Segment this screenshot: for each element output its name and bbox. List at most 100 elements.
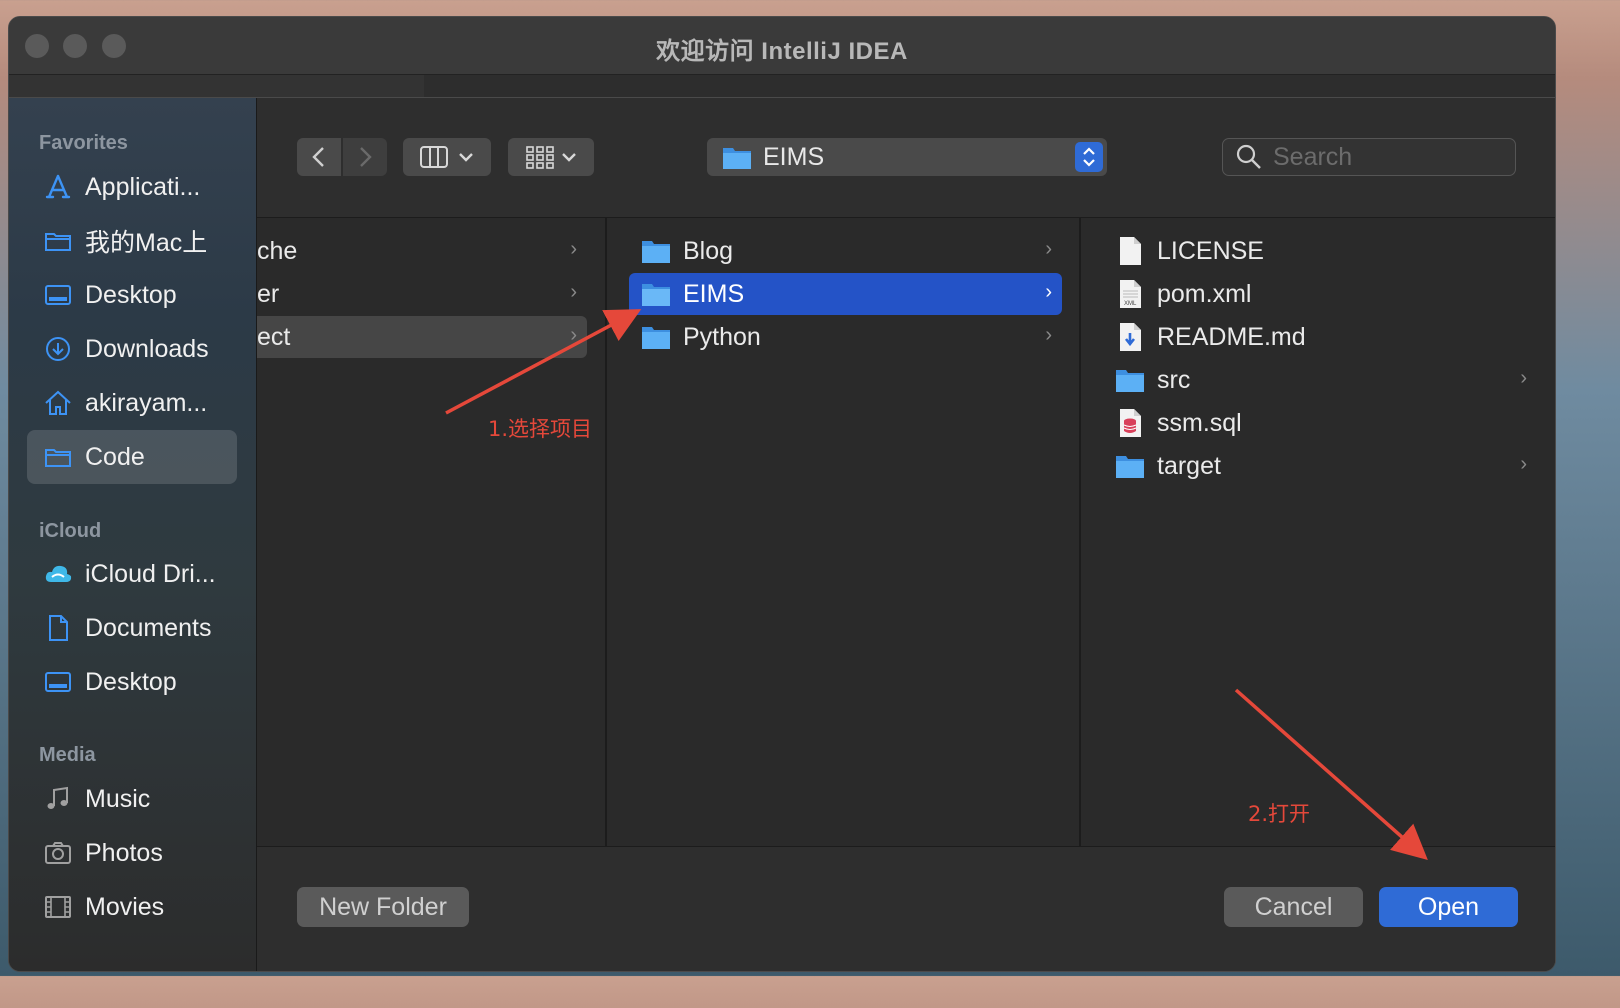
- dialog-footer: New Folder Cancel Open: [257, 846, 1555, 971]
- list-item-label: pom.xml: [1157, 279, 1252, 308]
- folder-icon: [1115, 365, 1145, 395]
- open-dialog: Favorites Applicati... 我的Mac上 Desktop Do…: [9, 97, 1555, 971]
- list-item-license[interactable]: LICENSE: [1103, 230, 1537, 272]
- sidebar-item-downloads[interactable]: Downloads: [27, 322, 237, 376]
- browser-column-3: LICENSE XML pom.xml README.md src › ssm.…: [1083, 218, 1555, 846]
- browser-column-2: Blog › EIMS › Python ›: [609, 218, 1081, 846]
- sidebar-item-label: Music: [85, 784, 151, 813]
- back-button[interactable]: [297, 138, 341, 176]
- folder-icon: [43, 442, 73, 472]
- sidebar-section-icloud: iCloud: [39, 520, 102, 542]
- xml-file-icon: XML: [1115, 279, 1145, 309]
- desktop-icon: [43, 280, 73, 310]
- chevron-right-icon: ›: [1045, 281, 1052, 303]
- folder-icon: [723, 148, 751, 169]
- sidebar-section-media: Media: [39, 744, 96, 766]
- sidebar-item-my-mac[interactable]: 我的Mac上: [27, 214, 237, 268]
- search-field[interactable]: [1222, 138, 1516, 176]
- list-item-readme[interactable]: README.md: [1103, 316, 1537, 358]
- sidebar-item-home[interactable]: akirayam...: [27, 376, 237, 430]
- open-button[interactable]: Open: [1379, 887, 1518, 927]
- list-item-pom-xml[interactable]: XML pom.xml: [1103, 273, 1537, 315]
- sidebar-item-code[interactable]: Code: [27, 430, 237, 484]
- chevron-right-icon: ›: [1520, 453, 1527, 475]
- folder-icon: [1115, 451, 1145, 481]
- list-item-ssm-sql[interactable]: ssm.sql: [1103, 402, 1537, 444]
- sidebar-item-movies[interactable]: Movies: [27, 880, 237, 934]
- list-item-eims[interactable]: EIMS ›: [629, 273, 1062, 315]
- list-item-label: ssm.sql: [1157, 408, 1242, 437]
- list-item-selected[interactable]: ect ›: [257, 316, 587, 358]
- list-item-label: LICENSE: [1157, 236, 1264, 265]
- chevron-left-icon: [312, 147, 324, 167]
- list-item-label: EIMS: [683, 279, 745, 308]
- list-item-target[interactable]: target ›: [1103, 445, 1537, 487]
- list-item-label: Blog: [683, 236, 734, 265]
- cancel-button[interactable]: Cancel: [1224, 887, 1363, 927]
- list-item[interactable]: er ›: [257, 273, 587, 315]
- list-item-label: Python: [683, 322, 761, 351]
- home-icon: [43, 388, 73, 418]
- sidebar-item-label: Desktop: [85, 667, 177, 696]
- forward-button[interactable]: [343, 138, 387, 176]
- sidebar-item-label: iCloud Dri...: [85, 559, 216, 588]
- sidebar-item-label: Movies: [85, 892, 165, 921]
- sidebar-item-label: Desktop: [85, 280, 177, 309]
- annotation-step1-label: 1.选择项目: [488, 417, 593, 441]
- list-item-label: README.md: [1157, 322, 1306, 351]
- markdown-file-icon: [1115, 322, 1145, 352]
- search-input[interactable]: [1273, 142, 1493, 172]
- sidebar-item-icloud-drive[interactable]: iCloud Dri...: [27, 547, 237, 601]
- new-folder-button[interactable]: New Folder: [297, 887, 469, 927]
- sidebar-item-label: Documents: [85, 613, 212, 642]
- list-item-label: target: [1157, 451, 1221, 480]
- sidebar-item-icloud-desktop[interactable]: Desktop: [27, 655, 237, 709]
- window-title: 欢迎访问 IntelliJ IDEA: [656, 38, 908, 65]
- sidebar-item-desktop[interactable]: Desktop: [27, 268, 237, 322]
- chevron-right-icon: ›: [570, 238, 577, 260]
- downloads-icon: [43, 334, 73, 364]
- document-icon: [43, 613, 73, 643]
- file-icon: [1115, 236, 1145, 266]
- chevron-right-icon: ›: [1520, 367, 1527, 389]
- columns-view-icon: [420, 146, 448, 168]
- title-bar: 欢迎访问 IntelliJ IDEA: [9, 17, 1555, 75]
- music-icon: [43, 784, 73, 814]
- background-window-strip: [9, 75, 1555, 97]
- list-item-label: che: [257, 236, 298, 265]
- browser-column-1: che › er › ect ›: [257, 218, 607, 846]
- browser-area: EIMS che › er ›: [257, 98, 1555, 971]
- search-icon: [1236, 144, 1261, 169]
- chevron-right-icon: ›: [570, 281, 577, 303]
- chevron-down-icon: [562, 153, 576, 162]
- path-popup-button[interactable]: EIMS: [707, 138, 1107, 176]
- sidebar-item-label: Downloads: [85, 334, 209, 363]
- svg-text:XML: XML: [1124, 301, 1137, 307]
- sidebar-item-applications[interactable]: Applicati...: [27, 160, 237, 214]
- sidebar: Favorites Applicati... 我的Mac上 Desktop Do…: [9, 98, 257, 971]
- applications-icon: [43, 172, 73, 202]
- list-item-python[interactable]: Python ›: [629, 316, 1062, 358]
- camera-icon: [43, 838, 73, 868]
- list-item-blog[interactable]: Blog ›: [629, 230, 1062, 272]
- chevron-right-icon: ›: [1045, 324, 1052, 346]
- sidebar-item-label: akirayam...: [85, 388, 208, 417]
- sidebar-item-label: 我的Mac上: [85, 229, 208, 257]
- folder-icon: [641, 236, 671, 266]
- sidebar-item-documents[interactable]: Documents: [27, 601, 237, 655]
- list-item-label: src: [1157, 365, 1191, 394]
- list-item-src[interactable]: src ›: [1103, 359, 1537, 401]
- path-popup-label: EIMS: [763, 142, 825, 171]
- annotation-step2-label: 2.打开: [1248, 802, 1311, 826]
- sidebar-item-label: Applicati...: [85, 172, 201, 201]
- sidebar-item-music[interactable]: Music: [27, 772, 237, 826]
- icloud-icon: [43, 559, 73, 589]
- sidebar-item-photos[interactable]: Photos: [27, 826, 237, 880]
- sql-file-icon: [1115, 408, 1145, 438]
- chevron-down-icon: [459, 153, 473, 162]
- view-mode-columns-button[interactable]: [403, 138, 491, 176]
- chevron-right-icon: [360, 147, 372, 167]
- list-item[interactable]: che ›: [257, 230, 587, 272]
- folder-icon: [43, 226, 73, 256]
- group-options-button[interactable]: [508, 138, 594, 176]
